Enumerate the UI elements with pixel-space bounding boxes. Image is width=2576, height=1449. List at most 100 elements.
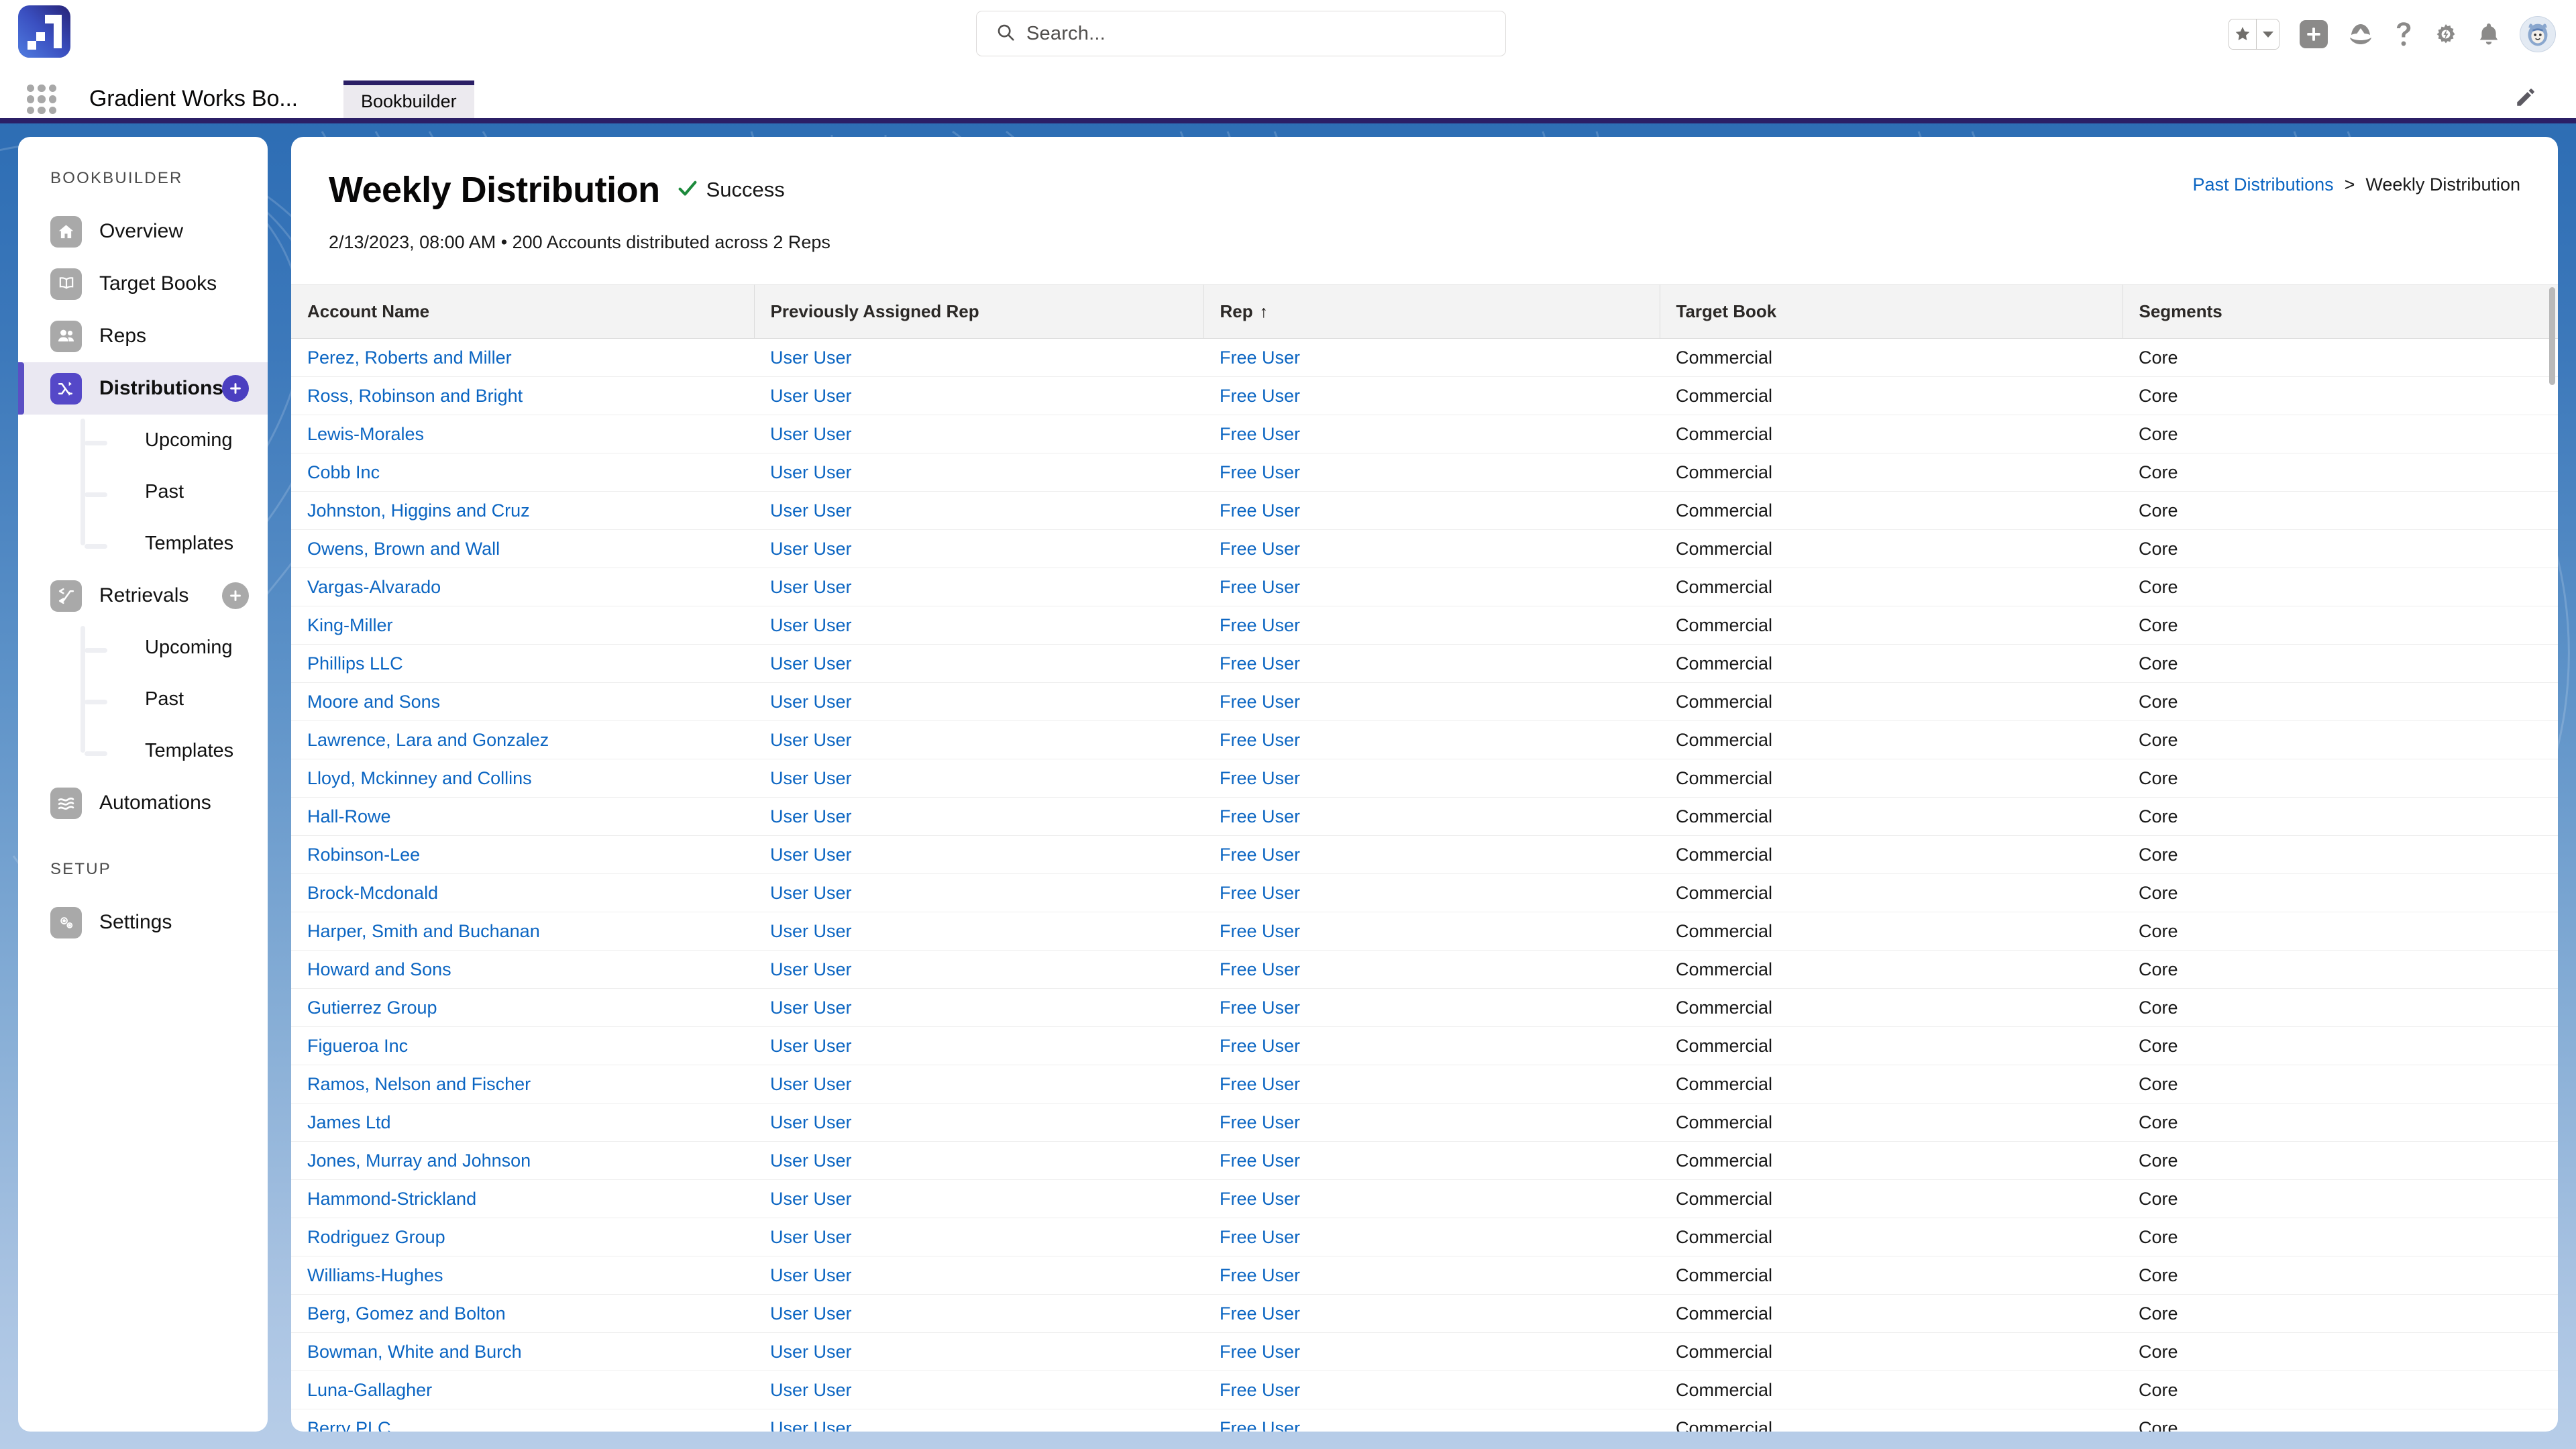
add-distribution-button[interactable] [222, 375, 249, 402]
gradient-works-logo[interactable] [18, 5, 70, 58]
previously-assigned-rep-link[interactable]: User User [754, 377, 1203, 415]
previously-assigned-rep-link[interactable]: User User [754, 568, 1203, 606]
rep-link[interactable]: Free User [1203, 492, 1660, 530]
sidebar-subitem-retrievals-past[interactable]: Past [80, 674, 268, 725]
previously-assigned-rep-link[interactable]: User User [754, 1104, 1203, 1142]
tab-bookbuilder[interactable]: Bookbuilder [343, 80, 474, 118]
account-name-link[interactable]: Robinson-Lee [291, 836, 754, 874]
previously-assigned-rep-link[interactable]: User User [754, 721, 1203, 759]
trailhead-icon[interactable] [2348, 23, 2373, 46]
rep-link[interactable]: Free User [1203, 1256, 1660, 1295]
sidebar-subitem-distributions-templates[interactable]: Templates [80, 518, 268, 570]
rep-link[interactable]: Free User [1203, 1142, 1660, 1180]
pencil-icon[interactable] [2514, 86, 2537, 112]
account-name-link[interactable]: Hall-Rowe [291, 798, 754, 836]
previously-assigned-rep-link[interactable]: User User [754, 1333, 1203, 1371]
user-avatar[interactable] [2520, 16, 2556, 52]
account-name-link[interactable]: Lewis-Morales [291, 415, 754, 453]
column-header-target-book[interactable]: Target Book [1660, 285, 2123, 339]
sidebar-item-settings[interactable]: Settings [18, 896, 268, 949]
account-name-link[interactable]: Cobb Inc [291, 453, 754, 492]
previously-assigned-rep-link[interactable]: User User [754, 1371, 1203, 1409]
account-name-link[interactable]: Ramos, Nelson and Fischer [291, 1065, 754, 1104]
favorites-dropdown-icon[interactable] [2256, 19, 2279, 49]
account-name-link[interactable]: Rodriguez Group [291, 1218, 754, 1256]
account-name-link[interactable]: Owens, Brown and Wall [291, 530, 754, 568]
previously-assigned-rep-link[interactable]: User User [754, 1218, 1203, 1256]
account-name-link[interactable]: Jones, Murray and Johnson [291, 1142, 754, 1180]
account-name-link[interactable]: Perez, Roberts and Miller [291, 339, 754, 377]
previously-assigned-rep-link[interactable]: User User [754, 606, 1203, 645]
account-name-link[interactable]: Harper, Smith and Buchanan [291, 912, 754, 951]
rep-link[interactable]: Free User [1203, 721, 1660, 759]
rep-link[interactable]: Free User [1203, 759, 1660, 798]
previously-assigned-rep-link[interactable]: User User [754, 1256, 1203, 1295]
rep-link[interactable]: Free User [1203, 951, 1660, 989]
sidebar-item-overview[interactable]: Overview [18, 205, 268, 258]
account-name-link[interactable]: Ross, Robinson and Bright [291, 377, 754, 415]
account-name-link[interactable]: James Ltd [291, 1104, 754, 1142]
previously-assigned-rep-link[interactable]: User User [754, 683, 1203, 721]
previously-assigned-rep-link[interactable]: User User [754, 453, 1203, 492]
rep-link[interactable]: Free User [1203, 1333, 1660, 1371]
account-name-link[interactable]: Phillips LLC [291, 645, 754, 683]
previously-assigned-rep-link[interactable]: User User [754, 530, 1203, 568]
sidebar-subitem-retrievals-upcoming[interactable]: Upcoming [80, 622, 268, 674]
column-header-account-name[interactable]: Account Name [291, 285, 754, 339]
sidebar-subitem-distributions-upcoming[interactable]: Upcoming [80, 415, 268, 466]
rep-link[interactable]: Free User [1203, 836, 1660, 874]
rep-link[interactable]: Free User [1203, 568, 1660, 606]
previously-assigned-rep-link[interactable]: User User [754, 1180, 1203, 1218]
previously-assigned-rep-link[interactable]: User User [754, 912, 1203, 951]
previously-assigned-rep-link[interactable]: User User [754, 339, 1203, 377]
global-search[interactable]: Search... [976, 11, 1506, 56]
rep-link[interactable]: Free User [1203, 1180, 1660, 1218]
sidebar-item-automations[interactable]: Automations [18, 777, 268, 829]
rep-link[interactable]: Free User [1203, 453, 1660, 492]
rep-link[interactable]: Free User [1203, 1371, 1660, 1409]
add-retrieval-button[interactable] [222, 582, 249, 609]
account-name-link[interactable]: Figueroa Inc [291, 1027, 754, 1065]
rep-link[interactable]: Free User [1203, 1027, 1660, 1065]
rep-link[interactable]: Free User [1203, 989, 1660, 1027]
account-name-link[interactable]: Berg, Gomez and Bolton [291, 1295, 754, 1333]
previously-assigned-rep-link[interactable]: User User [754, 989, 1203, 1027]
account-name-link[interactable]: Gutierrez Group [291, 989, 754, 1027]
app-launcher-icon[interactable] [27, 85, 56, 114]
account-name-link[interactable]: Moore and Sons [291, 683, 754, 721]
account-name-link[interactable]: Bowman, White and Burch [291, 1333, 754, 1371]
account-name-link[interactable]: Luna-Gallagher [291, 1371, 754, 1409]
sidebar-subitem-distributions-past[interactable]: Past [80, 466, 268, 518]
rep-link[interactable]: Free User [1203, 798, 1660, 836]
rep-link[interactable]: Free User [1203, 339, 1660, 377]
rep-link[interactable]: Free User [1203, 645, 1660, 683]
account-name-link[interactable]: Johnston, Higgins and Cruz [291, 492, 754, 530]
previously-assigned-rep-link[interactable]: User User [754, 1065, 1203, 1104]
search-input[interactable]: Search... [1026, 23, 1106, 45]
account-name-link[interactable]: Hammond-Strickland [291, 1180, 754, 1218]
account-name-link[interactable]: Brock-Mcdonald [291, 874, 754, 912]
account-name-link[interactable]: Williams-Hughes [291, 1256, 754, 1295]
account-name-link[interactable]: Howard and Sons [291, 951, 754, 989]
account-name-link[interactable]: Lawrence, Lara and Gonzalez [291, 721, 754, 759]
favorites-star-icon[interactable] [2229, 19, 2256, 49]
rep-link[interactable]: Free User [1203, 683, 1660, 721]
rep-link[interactable]: Free User [1203, 415, 1660, 453]
add-icon[interactable] [2300, 20, 2328, 48]
rep-link[interactable]: Free User [1203, 530, 1660, 568]
sidebar-item-reps[interactable]: Reps [18, 310, 268, 362]
previously-assigned-rep-link[interactable]: User User [754, 1295, 1203, 1333]
previously-assigned-rep-link[interactable]: User User [754, 645, 1203, 683]
table-vertical-scrollbar[interactable] [2549, 287, 2555, 385]
account-name-link[interactable]: Lloyd, Mckinney and Collins [291, 759, 754, 798]
account-name-link[interactable]: King-Miller [291, 606, 754, 645]
previously-assigned-rep-link[interactable]: User User [754, 798, 1203, 836]
column-header-rep[interactable]: Rep↑ [1203, 285, 1660, 339]
notifications-bell-icon[interactable] [2478, 22, 2500, 46]
rep-link[interactable]: Free User [1203, 1409, 1660, 1432]
sidebar-item-target-books[interactable]: Target Books [18, 258, 268, 310]
previously-assigned-rep-link[interactable]: User User [754, 951, 1203, 989]
setup-gear-icon[interactable] [2434, 22, 2458, 46]
account-name-link[interactable]: Vargas-Alvarado [291, 568, 754, 606]
sidebar-subitem-retrievals-templates[interactable]: Templates [80, 725, 268, 777]
